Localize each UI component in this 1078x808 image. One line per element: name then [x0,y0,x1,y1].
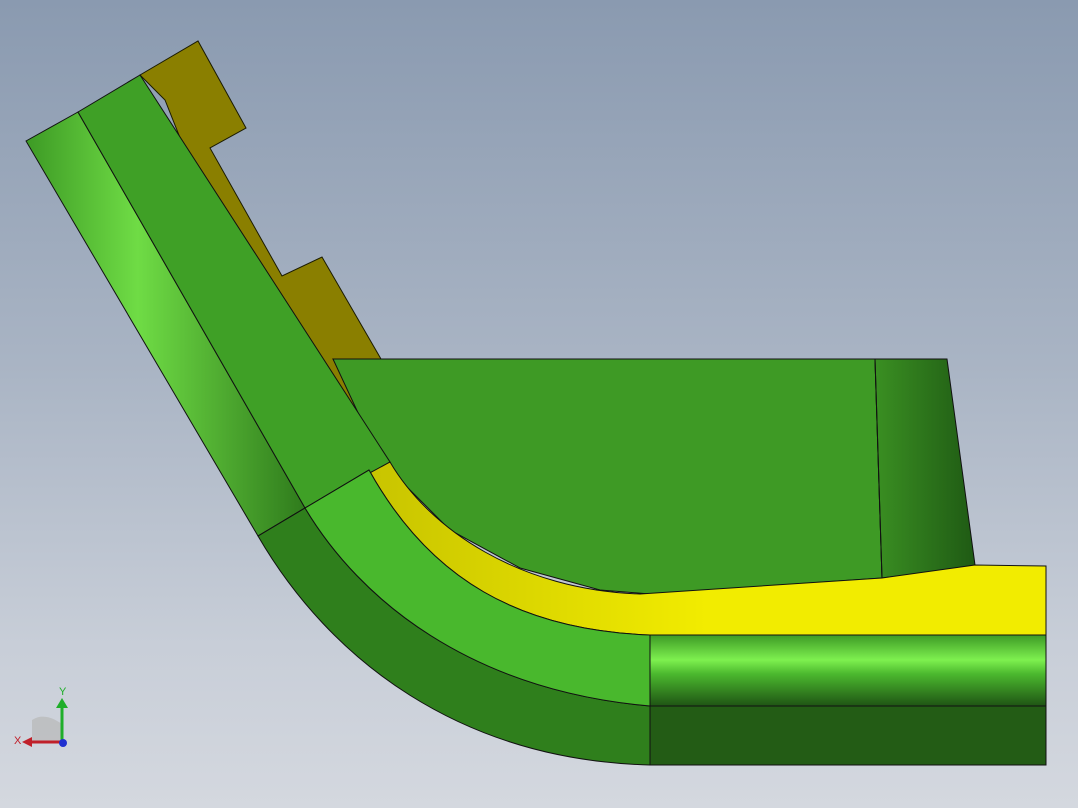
tube-lower-top-band [649,634,1047,707]
cad-viewport[interactable] [0,0,1078,808]
triad-plane-shade [32,716,62,742]
triad-z-axis [59,739,67,747]
triad-x-arrow [22,737,32,747]
tube-lower-bottom-band [649,705,1047,766]
plate-end-face [874,358,976,579]
triad-y-arrow [56,698,68,708]
triad-y-label: Y [59,686,67,698]
orientation-triad: Y X [14,686,68,747]
triad-x-label: X [14,735,22,747]
